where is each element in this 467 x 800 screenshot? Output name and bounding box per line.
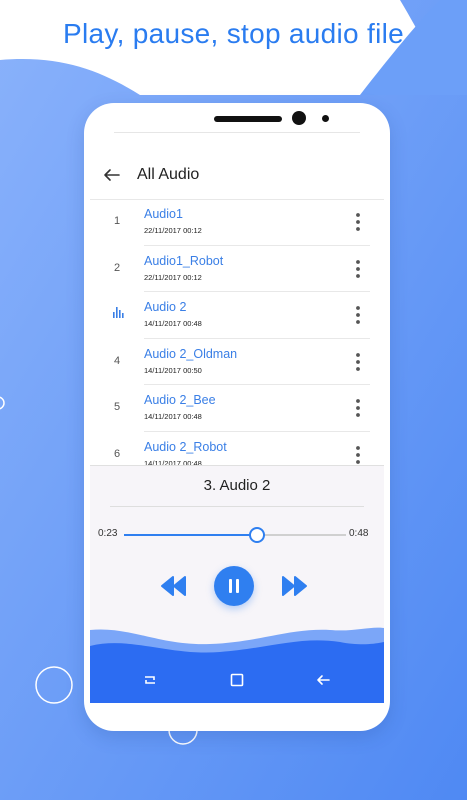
list-item[interactable]: 1 Audio1 22/11/2017 00:12 [90,199,384,246]
seek-bar-progress [124,534,258,536]
player-panel: 3. Audio 2 0:23 0:48 [90,465,384,703]
track-date: 22/11/2017 00:12 [144,272,202,282]
list-item[interactable]: 5 Audio 2_Bee 14/11/2017 00:48 [90,385,384,432]
track-name: Audio 2_Oldman [144,346,238,361]
seek-bar[interactable] [124,527,346,543]
track-name: Audio1 [144,207,183,221]
track-name: Audio1_Robot [144,253,224,268]
track-date: 14/11/2017 00:48 [144,319,202,328]
fast-forward-icon[interactable] [280,575,308,597]
headline: Play, pause, stop audio file [63,18,404,49]
player-divider [110,506,364,507]
track-index: 1 [113,215,121,227]
list-item[interactable]: 2 Audio1_Robot 22/11/2017 00:12 [90,246,384,292]
home-icon[interactable] [229,672,245,688]
phone-speaker [214,116,282,122]
phone-sensor [322,115,329,122]
track-index: 2 [113,261,121,274]
app-bar: All Audio [90,151,384,200]
track-list: 1 Audio1 22/11/2017 00:12 2 Audio1_Robot… [90,199,384,478]
rewind-icon[interactable] [160,575,188,597]
page-title: All Audio [137,166,200,183]
pause-icon [229,579,232,593]
pause-button[interactable] [214,566,254,606]
list-item-playing[interactable]: Audio 2 14/11/2017 00:48 [90,292,384,339]
track-name: Audio 2 [144,300,187,314]
track-date: 14/11/2017 00:50 [144,365,202,375]
track-index: 5 [113,401,121,413]
back-icon[interactable] [315,672,331,688]
track-index: 4 [113,354,121,367]
now-playing-title: 3. Audio 2 [203,477,271,494]
track-name: Audio 2_Bee [144,393,216,407]
more-vert-icon[interactable] [352,397,364,419]
more-vert-icon[interactable] [352,258,364,280]
wave-decoration [90,627,384,703]
more-vert-icon[interactable] [352,211,364,233]
list-item[interactable]: 4 Audio 2_Oldman 14/11/2017 00:50 [90,339,384,385]
total-time: 0:48 [349,528,369,539]
arrow-left-icon[interactable] [102,165,122,185]
more-vert-icon[interactable] [352,351,364,373]
phone-frame: All Audio 1 Audio1 22/11/2017 00:12 2 Au… [84,103,390,731]
pause-icon-bar [236,579,239,593]
track-date: 14/11/2017 00:48 [144,412,202,421]
phone-camera [292,111,306,125]
seek-bar-thumb[interactable] [249,527,266,543]
status-divider [114,132,360,133]
track-index: 6 [113,447,121,460]
app-screen: All Audio 1 Audio1 22/11/2017 00:12 2 Au… [90,151,384,703]
track-name: Audio 2_Robot [144,439,227,454]
more-vert-icon[interactable] [352,444,364,466]
current-time: 0:23 [98,528,118,539]
more-vert-icon[interactable] [352,304,364,326]
equalizer-icon [113,307,124,318]
recent-apps-icon[interactable] [142,672,158,688]
track-date: 22/11/2017 00:12 [144,226,202,235]
